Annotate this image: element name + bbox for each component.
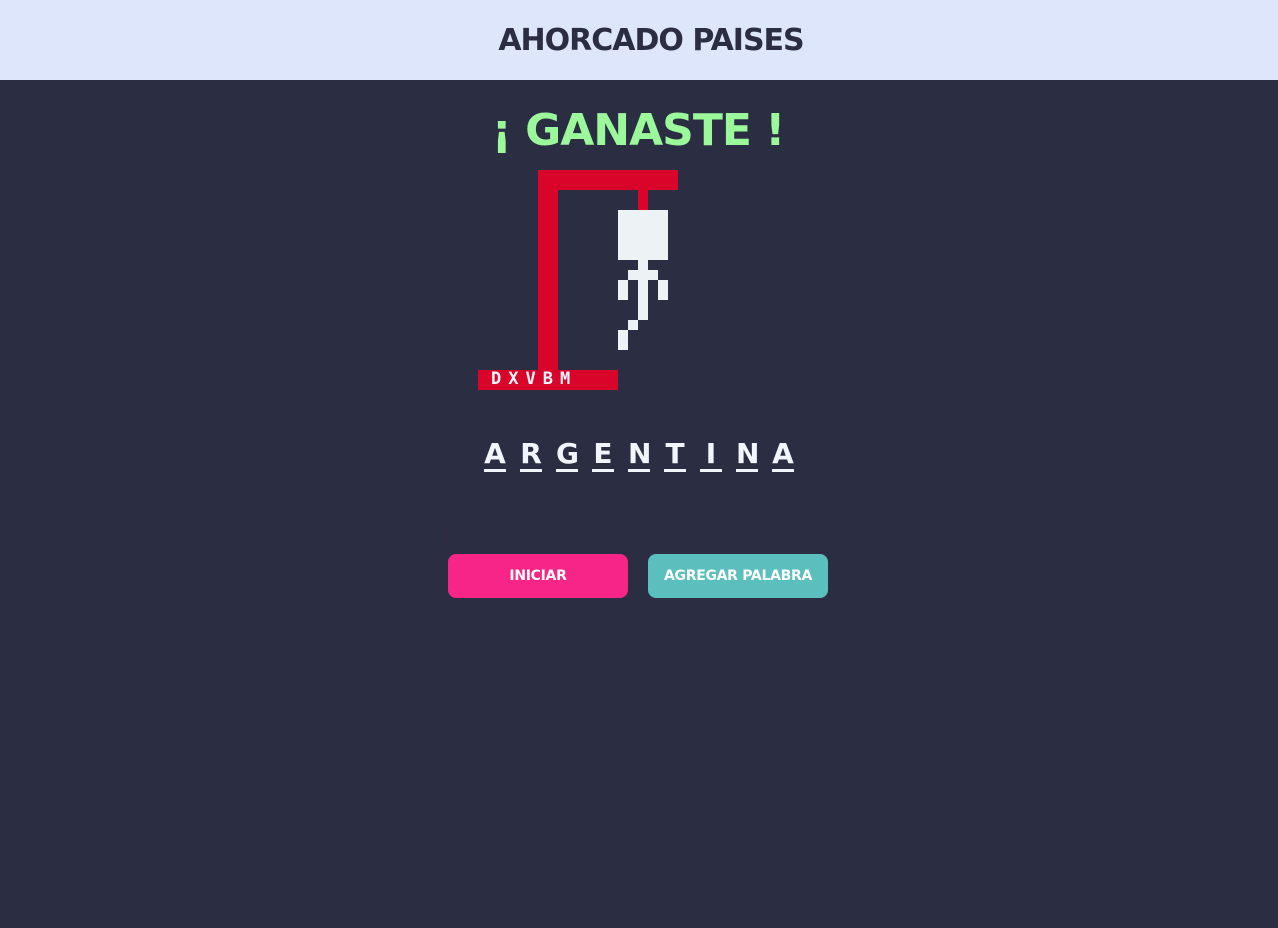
letter-slot: N (628, 437, 650, 472)
hangman-left-leg-upper (628, 320, 638, 330)
hangman-head (618, 210, 668, 260)
app-header: AHORCADO PAISES (0, 0, 1278, 80)
letter-slot: I (700, 436, 722, 472)
hangman-body (638, 280, 648, 320)
add-word-button[interactable]: AGREGAR PALABRA (648, 554, 828, 598)
hidden-input-caret (446, 530, 447, 546)
gallows-beam (538, 170, 678, 190)
letter-slot: A (772, 437, 794, 472)
game-status-message: ¡ GANASTE ! (491, 105, 786, 156)
wrong-letter: X (508, 369, 519, 389)
letter-slot: T (664, 437, 686, 472)
wrong-letter: V (525, 369, 536, 389)
wrong-letter: B (542, 369, 553, 389)
wrong-letters: D X V B M (491, 368, 570, 390)
hangman-neck (638, 260, 648, 270)
hangman-left-leg-lower (618, 330, 628, 350)
letter-slot: R (520, 437, 542, 472)
letter-slot: N (736, 437, 758, 472)
gallows-canvas (478, 170, 678, 390)
hangman-drawing (478, 170, 678, 390)
wrong-letter: D (491, 369, 502, 389)
gallows-post (538, 170, 558, 370)
wrong-letter: M (560, 369, 571, 389)
hangman-right-arm (658, 280, 668, 300)
letter-slot: G (556, 437, 578, 472)
letter-slot: E (592, 437, 614, 472)
gallows-rope (638, 190, 648, 210)
hangman-shoulders (628, 270, 658, 280)
app-title: AHORCADO PAISES (498, 22, 804, 58)
secret-word: A R G E N T I N A (484, 436, 794, 472)
hangman-left-arm (618, 280, 628, 300)
start-button[interactable]: INICIAR (448, 554, 628, 598)
letter-slot: A (484, 437, 506, 472)
